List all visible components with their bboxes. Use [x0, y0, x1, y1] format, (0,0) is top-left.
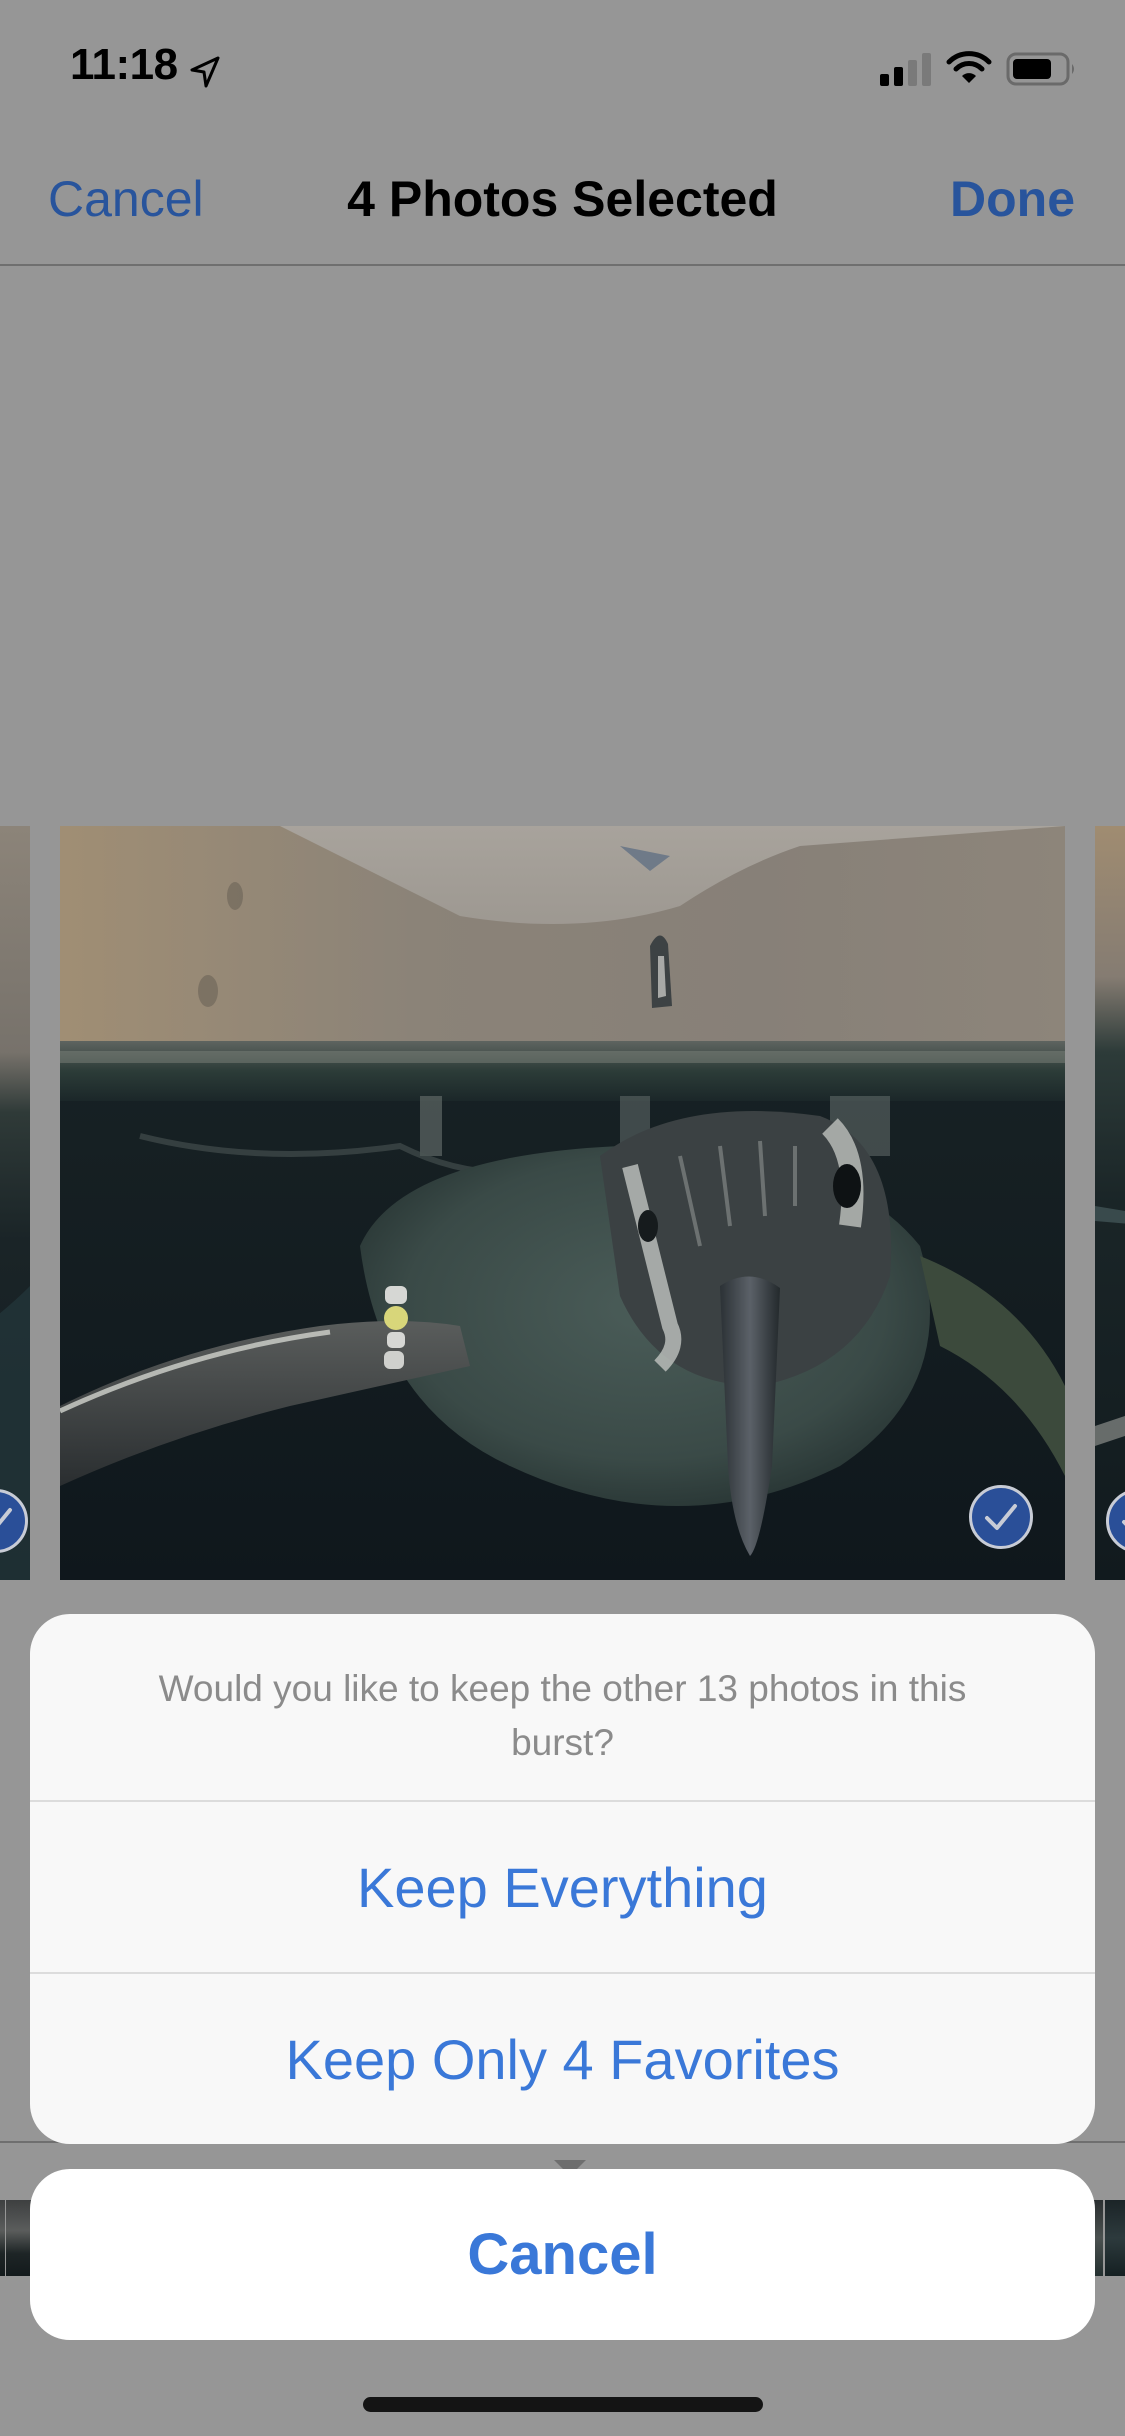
- burst-photo-next[interactable]: [1095, 826, 1125, 1580]
- action-sheet-message: Would you like to keep the other 13 phot…: [158, 1668, 967, 1763]
- burst-thumbnail[interactable]: [1105, 2200, 1125, 2276]
- burst-photo-carousel[interactable]: [0, 826, 1125, 1580]
- home-indicator[interactable]: [363, 2397, 763, 2412]
- action-sheet: Would you like to keep the other 13 phot…: [30, 1614, 1095, 2144]
- burst-thumbnail[interactable]: [6, 2200, 32, 2276]
- burst-photo-previous[interactable]: [0, 826, 30, 1580]
- status-time: 11:18: [70, 40, 178, 89]
- burst-thumbnail[interactable]: [0, 2200, 5, 2276]
- burst-photo-current[interactable]: [60, 826, 1065, 1580]
- battery-icon: [1006, 52, 1074, 86]
- done-button[interactable]: Done: [950, 170, 1075, 228]
- location-arrow-icon: [190, 56, 220, 88]
- navigation-bar: Cancel 4 Photos Selected Done: [0, 132, 1125, 266]
- cellular-signal-icon: [880, 53, 931, 86]
- selected-checkmark-icon[interactable]: [969, 1485, 1033, 1549]
- status-bar: 11:18: [0, 0, 1125, 132]
- keep-favorites-button[interactable]: Keep Only 4 Favorites: [30, 1974, 1095, 2144]
- keep-everything-button[interactable]: Keep Everything: [30, 1802, 1095, 1972]
- wifi-icon: [946, 51, 992, 83]
- action-sheet-cancel-button[interactable]: Cancel: [30, 2169, 1095, 2340]
